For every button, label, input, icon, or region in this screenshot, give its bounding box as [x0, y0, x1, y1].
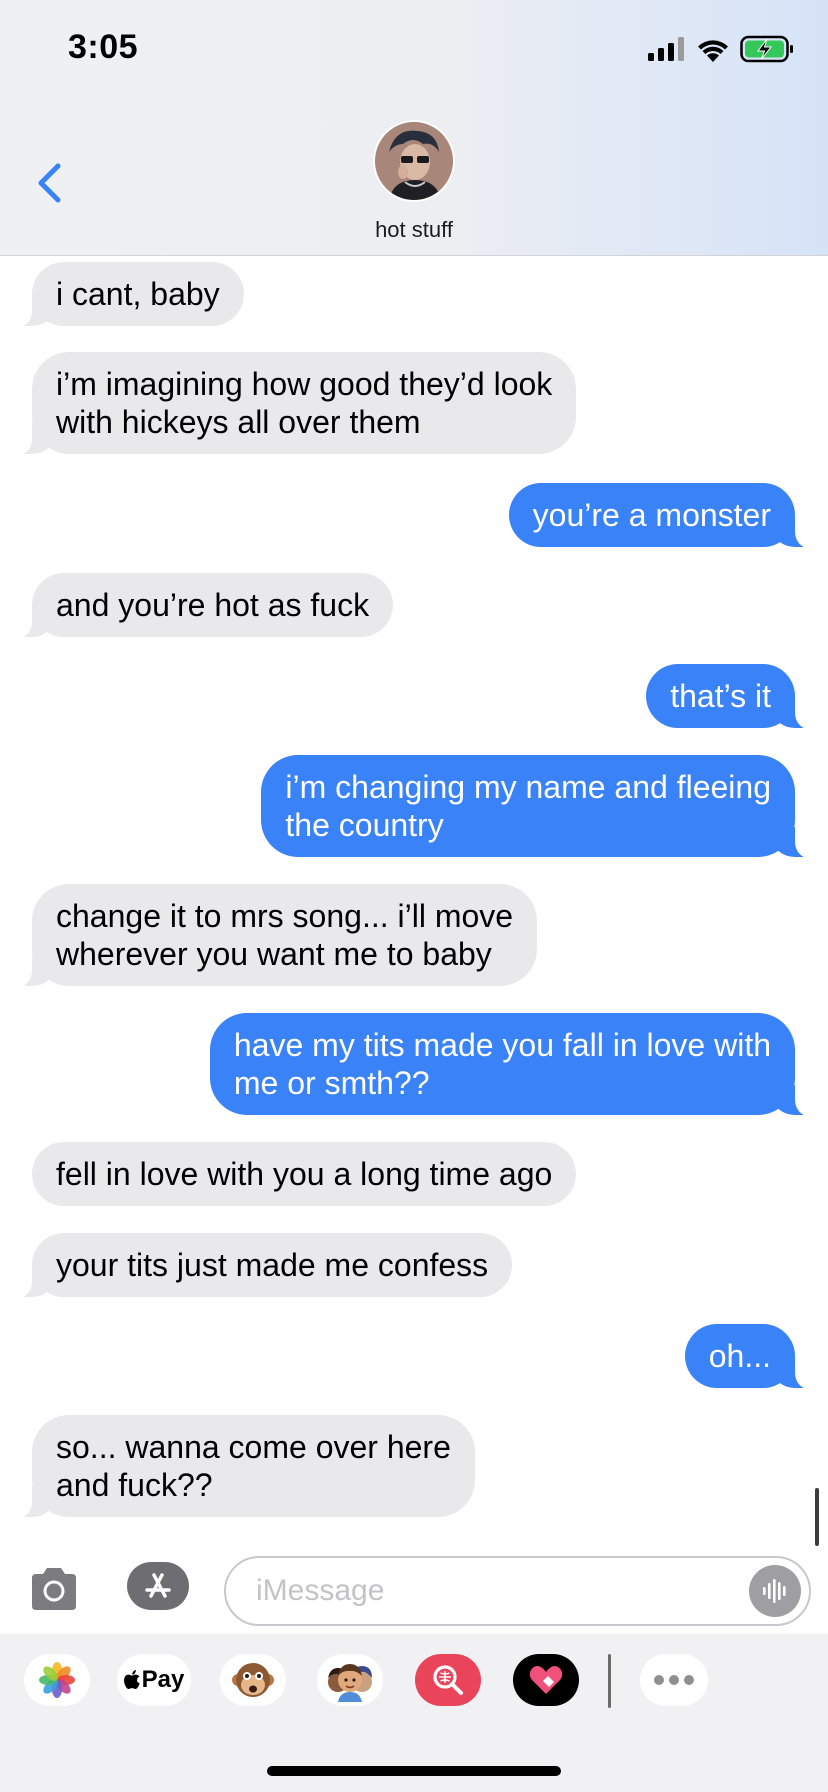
battery-charging-icon [740, 35, 793, 63]
status-time: 3:05 [68, 28, 139, 66]
message-bubble-sent[interactable]: have my tits made you fall in love with … [209, 1013, 816, 1116]
app-store-button[interactable] [127, 1562, 189, 1610]
app-store-icon [145, 1573, 171, 1598]
status-icons [648, 34, 794, 64]
photos-app-button[interactable] [24, 1654, 90, 1706]
animoji-app-button[interactable] [220, 1654, 286, 1706]
cellular-signal-icon [648, 37, 684, 61]
message-thread: i cant, baby i’m imagining how good they… [0, 256, 828, 1546]
images-search-icon [433, 1665, 463, 1695]
conversation-header: 3:05 hot stuff [0, 0, 828, 256]
message-bubble-received[interactable]: i’m imagining how good they’d look with … [11, 352, 577, 455]
home-indicator[interactable] [267, 1766, 561, 1776]
imessage-field[interactable] [224, 1556, 811, 1626]
message-bubble-received[interactable]: i cant, baby [12, 262, 244, 327]
message-bubble-received[interactable]: fell in love with you a long time ago [32, 1142, 577, 1206]
photos-icon [39, 1662, 75, 1698]
apple-pay-button[interactable]: Pay [117, 1654, 191, 1706]
memoji-app-button[interactable] [317, 1654, 383, 1706]
apple-logo-icon [123, 1670, 140, 1689]
digital-touch-icon [529, 1666, 563, 1694]
compose-bar [0, 1548, 828, 1634]
drawer-divider [608, 1654, 611, 1708]
message-bubble-sent[interactable]: you’re a monster [508, 483, 816, 548]
wifi-icon [698, 40, 728, 62]
scroll-indicator[interactable] [815, 1488, 819, 1546]
message-bubble-received[interactable]: so... wanna come over here and fuck?? [12, 1415, 475, 1518]
message-bubble-sent[interactable]: oh... [684, 1324, 816, 1389]
audio-message-button[interactable] [749, 1565, 801, 1617]
memoji-icon [328, 1664, 372, 1702]
message-bubble-received[interactable]: change it to mrs song... i’ll move where… [11, 884, 538, 987]
message-input[interactable] [254, 1573, 708, 1609]
message-bubble-received[interactable]: your tits just made me confess [11, 1233, 513, 1298]
images-search-app-button[interactable] [415, 1654, 481, 1706]
digital-touch-app-button[interactable] [513, 1654, 579, 1706]
more-icon [654, 1675, 694, 1685]
apple-pay-label: Pay [141, 1666, 185, 1693]
camera-icon[interactable] [28, 1566, 80, 1612]
message-bubble-sent[interactable]: i’m changing my name and fleeing the cou… [261, 755, 815, 858]
message-bubble-sent[interactable]: that’s it [646, 664, 815, 729]
waveform-icon [763, 1579, 786, 1603]
contact-name[interactable]: hot stuff [0, 217, 828, 243]
message-bubble-received[interactable]: and you’re hot as fuck [11, 573, 394, 638]
contact-avatar[interactable] [373, 120, 455, 202]
animoji-icon [232, 1663, 274, 1697]
avatar-photo-icon [375, 122, 453, 200]
more-apps-button[interactable] [640, 1654, 708, 1706]
back-chevron-icon[interactable] [30, 158, 70, 208]
